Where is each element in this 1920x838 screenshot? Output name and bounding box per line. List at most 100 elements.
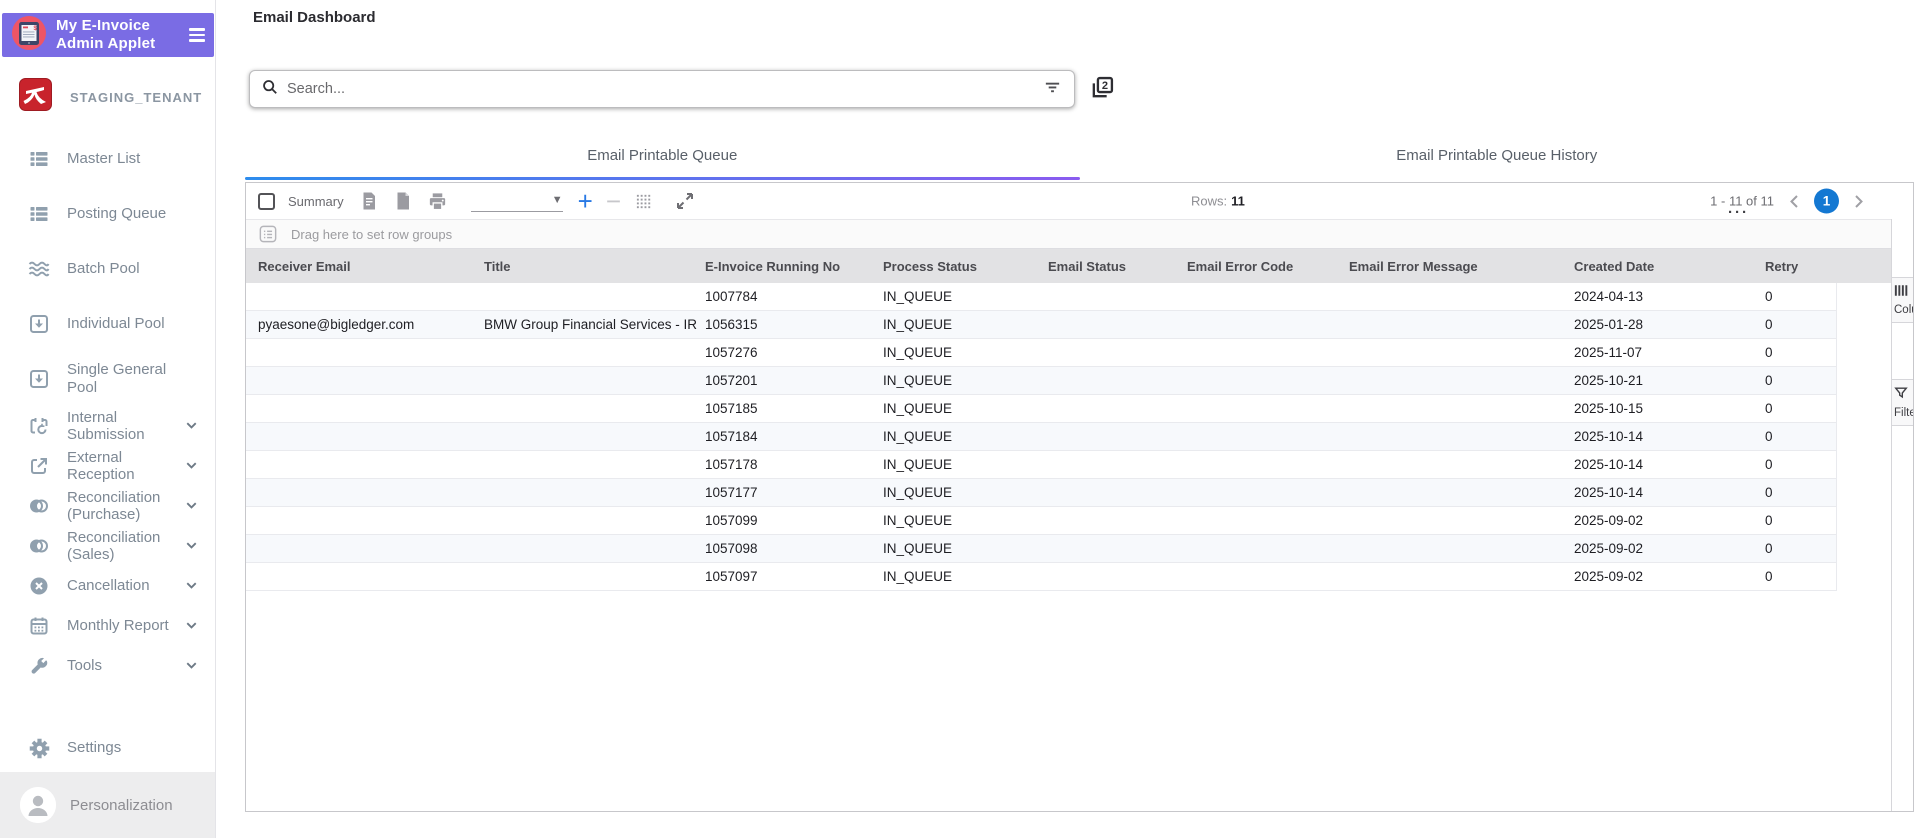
sidebar-item-reconciliation-sales[interactable]: Reconciliation (Sales)	[0, 526, 215, 566]
chevron-down-icon	[184, 618, 199, 638]
column-header-email-error-message[interactable]: Email Error Message	[1349, 259, 1574, 274]
funnel-icon	[1894, 386, 1913, 405]
chevron-left-icon[interactable]	[1786, 192, 1804, 210]
table-cell-created-date: 2025-01-28	[1574, 317, 1644, 332]
sidebar-item-label: Individual Pool	[67, 314, 165, 332]
sidebar-item-single-general-pool[interactable]: Single General Pool	[0, 351, 215, 406]
current-page-button[interactable]: 1	[1814, 188, 1839, 214]
filters-panel-tab[interactable]: Filters	[1892, 379, 1913, 426]
table-cell-process-status: IN_QUEUE	[883, 485, 953, 500]
summary-checkbox[interactable]	[258, 192, 275, 210]
table-cell-process-status: IN_QUEUE	[883, 569, 953, 584]
sidebar-item-label: Reconciliation (Sales)	[67, 528, 161, 563]
tab-email-printable-queue-history[interactable]: Email Printable Queue History	[1080, 131, 1915, 180]
column-header-receiver-email[interactable]: Receiver Email	[258, 259, 484, 274]
table-cell-created-date: 2025-10-14	[1574, 457, 1644, 472]
external-link-icon	[28, 455, 50, 477]
column-header-e-invoice-running-no[interactable]: E-Invoice Running No	[705, 259, 883, 274]
list-icon	[28, 203, 50, 225]
filter-2-icon[interactable]: 2	[1088, 74, 1116, 102]
page-size-select[interactable]: ▼	[470, 191, 563, 212]
sidebar-item-label: Tools	[67, 657, 103, 675]
grid-dots-icon[interactable]	[634, 191, 655, 212]
table-cell-retry: 0	[1765, 513, 1773, 528]
rows-count: Rows: 11	[1191, 193, 1245, 209]
sidebar-item-batch-pool[interactable]: Batch Pool	[0, 241, 215, 296]
table-row[interactable]: 1057184 IN_QUEUE 2025-10-14 0	[246, 423, 1837, 451]
table-row[interactable]: 1057185 IN_QUEUE 2025-10-15 0	[246, 395, 1837, 423]
table-cell-running-no: 1057099	[705, 513, 758, 528]
tab-email-printable-queue[interactable]: Email Printable Queue	[245, 131, 1080, 180]
group-dropzone-text: Drag here to set row groups	[291, 226, 453, 242]
column-header-created-date[interactable]: Created Date	[1574, 259, 1765, 274]
remove-button[interactable]: −	[606, 188, 621, 214]
add-button[interactable]: +	[578, 188, 593, 214]
sidebar-item-settings[interactable]: Settings	[0, 724, 215, 772]
sidebar-item-personalization[interactable]: Personalization	[0, 772, 215, 838]
calendar-refresh-icon	[28, 415, 50, 437]
grid-toolbar: Summary ▼ + − Rows: 11 1 - 11 of 11 1 ··…	[246, 183, 1913, 221]
column-header-email-error-code[interactable]: Email Error Code	[1187, 259, 1349, 274]
table-cell-process-status: IN_QUEUE	[883, 373, 953, 388]
column-header-email-status[interactable]: Email Status	[1048, 259, 1187, 274]
table-cell-retry: 0	[1765, 569, 1773, 584]
sidebar-item-label: External Reception	[67, 448, 135, 483]
table-cell-created-date: 2025-10-14	[1574, 429, 1644, 444]
table-cell-running-no: 1057201	[705, 373, 758, 388]
table-row[interactable]: 1057276 IN_QUEUE 2025-11-07 0	[246, 339, 1837, 367]
table-row[interactable]: 1057177 IN_QUEUE 2025-10-14 0	[246, 479, 1837, 507]
table-body: 1007784 IN_QUEUE 2024-04-13 0 pyaesone@bigle…	[246, 283, 1913, 591]
chevron-right-icon[interactable]	[1849, 192, 1867, 210]
export-file-icon[interactable]	[393, 191, 414, 212]
table-cell-created-date: 2025-11-07	[1574, 345, 1643, 360]
expand-icon[interactable]	[674, 191, 695, 212]
table-row[interactable]: pyaesone@bigledger.com BMW Group Financia…	[246, 311, 1837, 339]
search-icon	[262, 79, 278, 100]
sidebar-item-tools[interactable]: Tools	[0, 646, 215, 686]
table-cell-retry: 0	[1765, 457, 1773, 472]
summary-label: Summary	[288, 193, 344, 209]
sidebar-item-cancellation[interactable]: Cancellation	[0, 566, 215, 606]
row-group-dropzone[interactable]: Drag here to set row groups	[246, 219, 1913, 249]
table-cell-process-status: IN_QUEUE	[883, 513, 953, 528]
inbox-download-icon	[28, 368, 50, 390]
columns-panel-tab[interactable]: Columns	[1892, 277, 1913, 323]
table-cell-running-no: 1057097	[705, 569, 758, 584]
table-cell-created-date: 2024-04-13	[1574, 289, 1644, 304]
table-cell-running-no: 1057177	[705, 485, 758, 500]
print-icon[interactable]	[427, 191, 448, 212]
svg-text:2: 2	[1102, 80, 1108, 92]
sidebar-item-label: Monthly Report	[67, 617, 169, 635]
sidebar-item-reconciliation-purchase[interactable]: Reconciliation (Purchase)	[0, 486, 215, 526]
sidebar-item-label: Cancellation	[67, 577, 150, 595]
column-header-retry[interactable]: Retry	[1765, 259, 1837, 274]
sidebar-item-master-list[interactable]: Master List	[0, 131, 215, 186]
sidebar-item-individual-pool[interactable]: Individual Pool	[0, 296, 215, 351]
chevron-down-icon	[184, 658, 199, 678]
overflow-dots[interactable]: ···	[1728, 204, 1749, 221]
search-input[interactable]	[285, 80, 1043, 98]
sidebar-item-posting-queue[interactable]: Posting Queue	[0, 186, 215, 241]
list-icon	[28, 148, 50, 170]
column-header-title[interactable]: Title	[484, 259, 705, 274]
table-cell-running-no: 1007784	[705, 289, 758, 304]
column-header-process-status[interactable]: Process Status	[883, 259, 1048, 274]
table-row[interactable]: 1057099 IN_QUEUE 2025-09-02 0	[246, 507, 1837, 535]
chevron-down-icon	[184, 458, 199, 478]
table-row[interactable]: 1057178 IN_QUEUE 2025-10-14 0	[246, 451, 1837, 479]
sidebar-item-internal-submission[interactable]: Internal Submission	[0, 406, 215, 446]
tenant-row: STAGING_TENANT	[0, 78, 215, 116]
table-row[interactable]: 1057098 IN_QUEUE 2025-09-02 0	[246, 535, 1837, 563]
filter-list-icon[interactable]	[1043, 77, 1062, 101]
grid-side-panel: Columns Filters	[1891, 219, 1913, 811]
table-row[interactable]: 1057097 IN_QUEUE 2025-09-02 0	[246, 563, 1837, 591]
overlap-circles-icon	[28, 495, 50, 517]
sidebar-item-external-reception[interactable]: External Reception	[0, 446, 215, 486]
table-row[interactable]: 1057201 IN_QUEUE 2025-10-21 0	[246, 367, 1837, 395]
sidebar-item-monthly-report[interactable]: Monthly Report	[0, 606, 215, 646]
waves-icon	[28, 258, 50, 280]
export-file-text-icon[interactable]	[359, 191, 380, 212]
menu-toggle-icon[interactable]	[189, 28, 205, 42]
search-bar	[249, 70, 1075, 108]
table-row[interactable]: 1007784 IN_QUEUE 2024-04-13 0	[246, 283, 1837, 311]
